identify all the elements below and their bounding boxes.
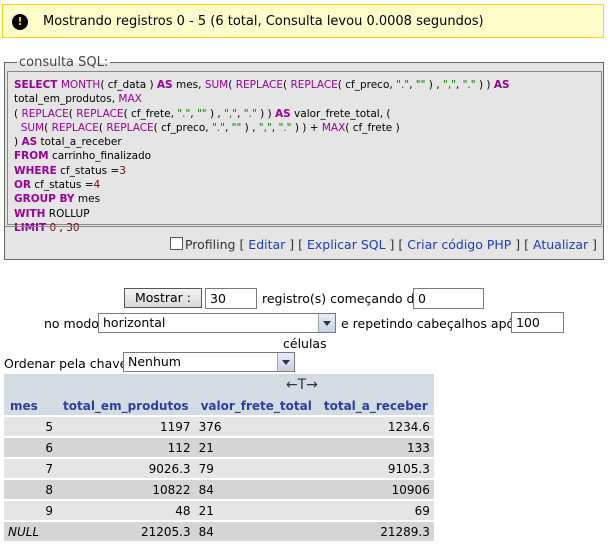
sql-code: SELECT MONTH( cf_data ) AS mes, SUM( REP… (14, 79, 510, 234)
profiling-checkbox[interactable] (169, 237, 183, 250)
explain-sql-link[interactable]: Explicar SQL (307, 237, 386, 252)
profiling-label[interactable]: Profiling (185, 237, 236, 252)
notice-text: Mostrando registros 0 - 5 (6 total, Cons… (43, 14, 484, 29)
results-table: ←T→ mes total_em_produtos valor_frete_to… (4, 374, 434, 541)
start-row-input[interactable]: 0 (413, 288, 484, 309)
info-icon: ! (12, 14, 28, 30)
repeat-headers-label: e repetindo cabeçalhos após (341, 316, 521, 331)
display-mode-value: horizontal (103, 315, 166, 330)
display-mode-select[interactable]: horizontal (98, 313, 336, 333)
chevron-down-icon[interactable] (277, 353, 294, 371)
mode-label: no modo (44, 316, 99, 331)
table-row: 5 1197 376 1234.6 (4, 415, 434, 437)
table-row: 9 48 21 69 (4, 499, 434, 521)
rows-count-input[interactable]: 30 (205, 288, 257, 309)
refresh-link[interactable]: Atualizar (533, 237, 588, 252)
sql-fieldset: SELECT MONTH( cf_data ) AS mes, SUM( REP… (7, 71, 602, 234)
sort-key-select[interactable]: Nenhum (123, 352, 295, 372)
create-php-link[interactable]: Criar código PHP (407, 237, 511, 252)
repeat-headers-input[interactable]: 100 (511, 312, 564, 333)
table-row: NULL 21205.3 84 21289.3 (4, 520, 434, 541)
records-label: registro(s) começando de (262, 291, 423, 306)
column-direction-icon[interactable]: ←T→ (286, 377, 318, 393)
sort-label: Ordenar pela chave: (4, 356, 132, 371)
column-header-mes[interactable]: mes (4, 396, 57, 416)
column-header-total-a-receber[interactable]: total_a_receber (317, 396, 434, 416)
chevron-down-icon[interactable] (318, 314, 335, 332)
sql-actions: Profiling [ Editar ] [ Explicar SQL ] [ … (169, 237, 597, 252)
sort-key-value: Nenhum (128, 354, 181, 369)
table-row: 7 9026.3 79 9105.3 (4, 457, 434, 479)
table-row: 6 112 21 133 (4, 436, 434, 458)
sql-legend: consulta SQL: (17, 55, 111, 70)
show-button[interactable]: Mostrar : (124, 288, 202, 308)
query-notice: ! Mostrando registros 0 - 5 (6 total, Co… (2, 4, 604, 38)
edit-link[interactable]: Editar (248, 237, 285, 252)
sql-query-box: consulta SQL: SELECT MONTH( cf_data ) AS… (4, 55, 604, 260)
column-header-valor-frete-total[interactable]: valor_frete_total (194, 396, 318, 416)
column-header-total-em-produtos[interactable]: total_em_produtos (57, 396, 195, 416)
cells-label: células (283, 336, 327, 351)
table-row: 8 10822 84 10906 (4, 478, 434, 500)
